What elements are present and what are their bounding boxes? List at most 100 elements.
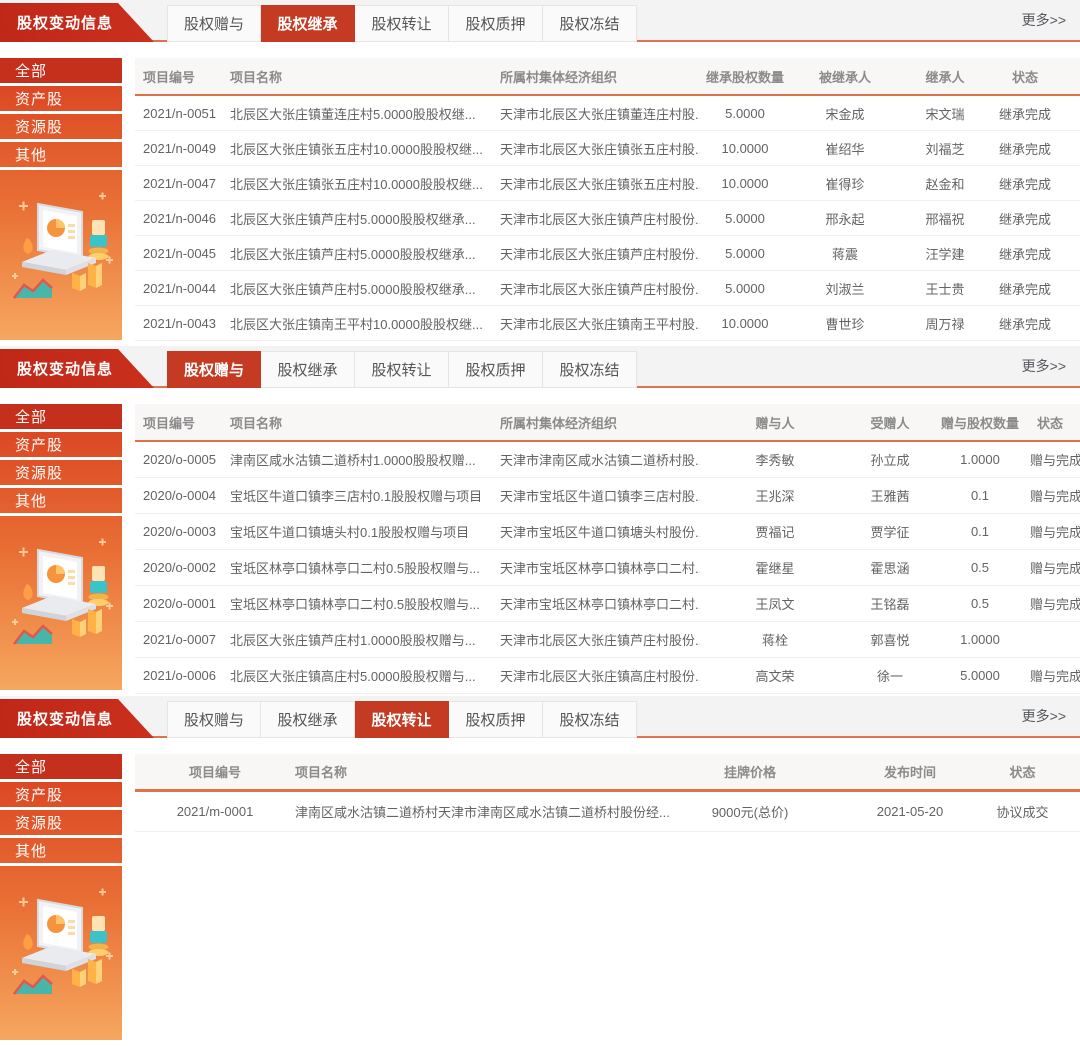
equity-change-sections: 股权变动信息 股权赠与股权继承股权转让股权质押股权冻结 更多>> 全部资产股资源… bbox=[0, 0, 1080, 1047]
table-cell: 继承完成 bbox=[990, 174, 1080, 193]
table-area: 项目编号项目名称所属村集体经济组织赠与人受赠人赠与股权数量状态 2020/o-0… bbox=[135, 404, 1080, 696]
tab-equity-transfer-active[interactable]: 股权转让 bbox=[355, 701, 449, 738]
category-sidebar: 全部资产股资源股其他 bbox=[0, 754, 122, 1040]
table-row[interactable]: 2020/o-0005津南区咸水沽镇二道桥村1.0000股股权赠...天津市津南… bbox=[135, 442, 1080, 478]
sidebar-item-asset-shares[interactable]: 资产股 bbox=[0, 782, 122, 810]
laptop-icon bbox=[22, 900, 96, 971]
tab-equity-gift-active[interactable]: 股权赠与 bbox=[167, 351, 261, 388]
table-row[interactable]: 2020/o-0004宝坻区牛道口镇李三店村0.1股股权赠与项目天津市宝坻区牛道… bbox=[135, 478, 1080, 514]
column-header: 项目名称 bbox=[230, 67, 500, 86]
sidebar-item-resource-shares[interactable]: 资源股 bbox=[0, 810, 122, 838]
table-cell: 5.0000 bbox=[700, 281, 790, 296]
column-header: 状态 bbox=[995, 762, 1080, 781]
tab-equity-transfer[interactable]: 股权转让 bbox=[355, 5, 449, 42]
sidebar-item-asset-shares[interactable]: 资产股 bbox=[0, 86, 122, 114]
laptop-icon bbox=[22, 550, 96, 621]
table-row[interactable]: 2021/n-0046北辰区大张庄镇芦庄村5.0000股股权继承...天津市北辰… bbox=[135, 201, 1080, 236]
table-cell: 2021/n-0049 bbox=[135, 141, 230, 156]
table-cell: 天津市北辰区大张庄镇高庄村股份... bbox=[500, 666, 700, 685]
table-body: 2020/o-0005津南区咸水沽镇二道桥村1.0000股股权赠...天津市津南… bbox=[135, 442, 1080, 694]
section-title-ribbon: 股权变动信息 bbox=[0, 3, 154, 42]
table-cell: 协议成交 bbox=[995, 802, 1080, 821]
table-cell: 王铭磊 bbox=[850, 594, 930, 613]
sidebar-item-other[interactable]: 其他 bbox=[0, 488, 122, 516]
table-cell: 北辰区大张庄镇高庄村5.0000股股权赠与... bbox=[230, 666, 500, 685]
table-row[interactable]: 2021/n-0045北辰区大张庄镇芦庄村5.0000股股权继承...天津市北辰… bbox=[135, 236, 1080, 271]
table-row[interactable]: 2021/o-0007北辰区大张庄镇芦庄村1.0000股股权赠与...天津市北辰… bbox=[135, 622, 1080, 658]
table-cell: 贾福记 bbox=[700, 522, 850, 541]
table-cell: 5.0000 bbox=[930, 668, 1030, 683]
table-body: 2021/m-0001津南区咸水沽镇二道桥村天津市津南区咸水沽镇二道桥村股份经.… bbox=[135, 792, 1080, 832]
tab-equity-gift[interactable]: 股权赠与 bbox=[167, 701, 261, 738]
tab-equity-inheritance[interactable]: 股权继承 bbox=[261, 701, 355, 738]
table-cell: 10.0000 bbox=[700, 141, 790, 156]
section-body: 全部资产股资源股其他 bbox=[0, 42, 1080, 346]
table-row[interactable]: 2020/o-0003宝坻区牛道口镇塘头村0.1股股权赠与项目天津市宝坻区牛道口… bbox=[135, 514, 1080, 550]
table-cell: 2021/o-0007 bbox=[135, 632, 230, 647]
table-cell: 崔绍华 bbox=[790, 139, 900, 158]
sidebar-item-other[interactable]: 其他 bbox=[0, 838, 122, 866]
table-cell: 宋金成 bbox=[790, 104, 900, 123]
table-row[interactable]: 2021/n-0043北辰区大张庄镇南王平村10.0000股股权继...天津市北… bbox=[135, 306, 1080, 341]
table-row[interactable]: 2020/o-0001宝坻区林亭口镇林亭口二村0.5股股权赠与...天津市宝坻区… bbox=[135, 586, 1080, 622]
table-cell: 9000元(总价) bbox=[675, 802, 825, 821]
table-cell: 2021/n-0044 bbox=[135, 281, 230, 296]
table-cell: 1.0000 bbox=[930, 452, 1030, 467]
sidebar-item-all[interactable]: 全部 bbox=[0, 404, 122, 432]
table-cell: 邢永起 bbox=[790, 209, 900, 228]
sidebar-item-asset-shares[interactable]: 资产股 bbox=[0, 432, 122, 460]
coins-icon bbox=[89, 916, 109, 956]
more-link[interactable]: 更多>> bbox=[1022, 696, 1066, 736]
table-cell: 宝坻区牛道口镇塘头村0.1股股权赠与项目 bbox=[230, 522, 500, 541]
table-cell: 2021/n-0045 bbox=[135, 246, 230, 261]
column-header: 所属村集体经济组织 bbox=[500, 413, 700, 432]
table-row[interactable]: 2021/n-0044北辰区大张庄镇芦庄村5.0000股股权继承...天津市北辰… bbox=[135, 271, 1080, 306]
table-cell: 天津市北辰区大张庄镇南王平村股... bbox=[500, 314, 700, 333]
sidebar-item-all[interactable]: 全部 bbox=[0, 58, 122, 86]
table-cell: 北辰区大张庄镇张五庄村10.0000股股权继... bbox=[230, 174, 500, 193]
sidebar-item-all[interactable]: 全部 bbox=[0, 754, 122, 782]
tab-equity-freeze[interactable]: 股权冻结 bbox=[543, 351, 637, 388]
table-row[interactable]: 2021/n-0049北辰区大张庄镇张五庄村10.0000股股权继...天津市北… bbox=[135, 131, 1080, 166]
table-row[interactable]: 2020/o-0002宝坻区林亭口镇林亭口二村0.5股股权赠与...天津市宝坻区… bbox=[135, 550, 1080, 586]
table-cell: 继承完成 bbox=[990, 209, 1080, 228]
tab-bar: 股权赠与股权继承股权转让股权质押股权冻结 bbox=[167, 351, 637, 388]
table-cell: 霍思涵 bbox=[850, 558, 930, 577]
table-row[interactable]: 2021/m-0001津南区咸水沽镇二道桥村天津市津南区咸水沽镇二道桥村股份经.… bbox=[135, 792, 1080, 832]
table-cell: 5.0000 bbox=[700, 106, 790, 121]
tab-equity-transfer[interactable]: 股权转让 bbox=[355, 351, 449, 388]
tab-equity-inheritance-active[interactable]: 股权继承 bbox=[261, 5, 355, 42]
table-cell: 天津市宝坻区林亭口镇林亭口二村... bbox=[500, 594, 700, 613]
tab-equity-pledge[interactable]: 股权质押 bbox=[449, 351, 543, 388]
table-row[interactable]: 2021/n-0047北辰区大张庄镇张五庄村10.0000股股权继...天津市北… bbox=[135, 166, 1080, 201]
table-cell: 赠与完成 bbox=[1030, 558, 1080, 577]
tab-equity-gift[interactable]: 股权赠与 bbox=[167, 5, 261, 42]
table-row[interactable]: 2021/n-0051北辰区大张庄镇董连庄村5.0000股股权继...天津市北辰… bbox=[135, 96, 1080, 131]
table-cell: 10.0000 bbox=[700, 176, 790, 191]
table-cell: 2020/o-0002 bbox=[135, 560, 230, 575]
section-header-strip: 股权变动信息 股权赠与股权继承股权转让股权质押股权冻结 更多>> bbox=[0, 696, 1080, 738]
tab-bar: 股权赠与股权继承股权转让股权质押股权冻结 bbox=[167, 5, 637, 42]
tab-equity-inheritance[interactable]: 股权继承 bbox=[261, 351, 355, 388]
section-header-strip: 股权变动信息 股权赠与股权继承股权转让股权质押股权冻结 更多>> bbox=[0, 346, 1080, 388]
sidebar-item-other[interactable]: 其他 bbox=[0, 142, 122, 170]
table-cell: 北辰区大张庄镇董连庄村5.0000股股权继... bbox=[230, 104, 500, 123]
table-cell: 北辰区大张庄镇张五庄村10.0000股股权继... bbox=[230, 139, 500, 158]
more-link[interactable]: 更多>> bbox=[1022, 346, 1066, 386]
table-cell: 王雅茜 bbox=[850, 486, 930, 505]
table-cell: 津南区咸水沽镇二道桥村天津市津南区咸水沽镇二道桥村股份经... bbox=[295, 802, 675, 821]
more-link[interactable]: 更多>> bbox=[1022, 0, 1066, 40]
sidebar-item-resource-shares[interactable]: 资源股 bbox=[0, 460, 122, 488]
tab-equity-freeze[interactable]: 股权冻结 bbox=[543, 701, 637, 738]
tab-equity-pledge[interactable]: 股权质押 bbox=[449, 5, 543, 42]
table-row[interactable]: 2021/o-0006北辰区大张庄镇高庄村5.0000股股权赠与...天津市北辰… bbox=[135, 658, 1080, 694]
tab-equity-freeze[interactable]: 股权冻结 bbox=[543, 5, 637, 42]
table-cell: 高文荣 bbox=[700, 666, 850, 685]
table-cell: 2020/o-0001 bbox=[135, 596, 230, 611]
table-cell: 天津市北辰区大张庄镇芦庄村股份... bbox=[500, 279, 700, 298]
tab-equity-pledge[interactable]: 股权质押 bbox=[449, 701, 543, 738]
sidebar-item-resource-shares[interactable]: 资源股 bbox=[0, 114, 122, 142]
table-cell: 霍继星 bbox=[700, 558, 850, 577]
column-header: 发布时间 bbox=[825, 762, 995, 781]
column-header: 挂牌价格 bbox=[675, 762, 825, 781]
